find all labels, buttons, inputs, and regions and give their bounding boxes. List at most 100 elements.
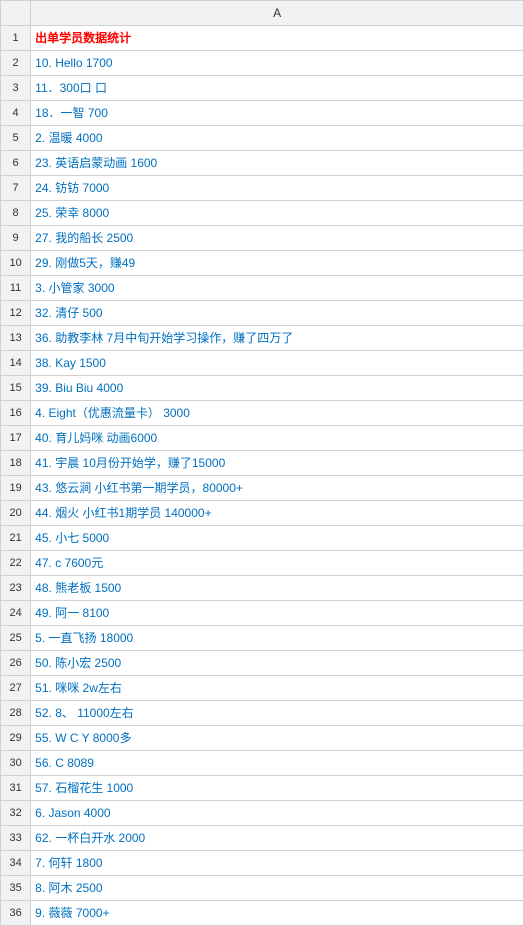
- row-number: 2: [1, 51, 31, 76]
- table-row: 369. 薇薇 7000+: [1, 901, 524, 926]
- table-row: 347. 何轩 1800: [1, 851, 524, 876]
- row-number: 24: [1, 601, 31, 626]
- cell-value: 39. Biu Biu 4000: [31, 376, 524, 401]
- table-row: 1943. 悠云涧 小红书第一期学员，80000+: [1, 476, 524, 501]
- cell-value: 38. Kay 1500: [31, 351, 524, 376]
- row-number: 21: [1, 526, 31, 551]
- table-row: 311．300口 口: [1, 76, 524, 101]
- table-row: 2751. 咪咪 2w左右: [1, 676, 524, 701]
- table-row: 418．一智 700: [1, 101, 524, 126]
- cell-value: 51. 咪咪 2w左右: [31, 676, 524, 701]
- row-number: 36: [1, 901, 31, 926]
- table-row: 1740. 育儿妈咪 动画6000: [1, 426, 524, 451]
- row-number: 4: [1, 101, 31, 126]
- row-number: 13: [1, 326, 31, 351]
- row-number: 17: [1, 426, 31, 451]
- row-number: 26: [1, 651, 31, 676]
- table-row: 2852. 8、 11000左右: [1, 701, 524, 726]
- table-row: 3056. C 8089: [1, 751, 524, 776]
- table-row: 724. 钫钫 7000: [1, 176, 524, 201]
- cell-value: 10. Hello 1700: [31, 51, 524, 76]
- cell-value: 50. 陈小宏 2500: [31, 651, 524, 676]
- cell-value: 48. 熊老板 1500: [31, 576, 524, 601]
- table-row: 1232. 清仔 500: [1, 301, 524, 326]
- row-number: 6: [1, 151, 31, 176]
- row-number: 7: [1, 176, 31, 201]
- table-row: 326. Jason 4000: [1, 801, 524, 826]
- cell-value: 18．一智 700: [31, 101, 524, 126]
- row-number: 14: [1, 351, 31, 376]
- table-row: 52. 温暖 4000: [1, 126, 524, 151]
- row-number: 18: [1, 451, 31, 476]
- table-row: 113. 小管家 3000: [1, 276, 524, 301]
- row-number: 35: [1, 876, 31, 901]
- corner-header: [1, 1, 31, 26]
- row-number: 23: [1, 576, 31, 601]
- row-number: 31: [1, 776, 31, 801]
- cell-value: 11．300口 口: [31, 76, 524, 101]
- row-number: 29: [1, 726, 31, 751]
- table-row: 2145. 小七 5000: [1, 526, 524, 551]
- row-number: 19: [1, 476, 31, 501]
- table-row: 1029. 刚做5天，赚49: [1, 251, 524, 276]
- cell-value: 24. 钫钫 7000: [31, 176, 524, 201]
- row-number: 16: [1, 401, 31, 426]
- row-number: 27: [1, 676, 31, 701]
- row-number: 30: [1, 751, 31, 776]
- table-row: 927. 我的船长 2500: [1, 226, 524, 251]
- table-row: 2348. 熊老板 1500: [1, 576, 524, 601]
- row-number: 9: [1, 226, 31, 251]
- cell-value: 5. 一直飞扬 18000: [31, 626, 524, 651]
- cell-value: 9. 薇薇 7000+: [31, 901, 524, 926]
- table-row: 210. Hello 1700: [1, 51, 524, 76]
- table-row: 3157. 石榴花生 1000: [1, 776, 524, 801]
- row-number: 28: [1, 701, 31, 726]
- cell-value: 29. 刚做5天，赚49: [31, 251, 524, 276]
- cell-value: 23. 英语启蒙动画 1600: [31, 151, 524, 176]
- table-row: 1出单学员数据统计: [1, 26, 524, 51]
- row-number: 1: [1, 26, 31, 51]
- col-a-header: A: [31, 1, 524, 26]
- row-number: 3: [1, 76, 31, 101]
- row-number: 22: [1, 551, 31, 576]
- row-number: 11: [1, 276, 31, 301]
- row-number: 34: [1, 851, 31, 876]
- cell-value: 44. 烟火 小红书1期学员 140000+: [31, 501, 524, 526]
- cell-value: 25. 荣幸 8000: [31, 201, 524, 226]
- cell-value: 4. Eight（优惠流量卡） 3000: [31, 401, 524, 426]
- table-row: 255. 一直飞扬 18000: [1, 626, 524, 651]
- table-row: 1336. 助教李林 7月中旬开始学习操作，赚了四万了: [1, 326, 524, 351]
- cell-value: 55. W C Y 8000多: [31, 726, 524, 751]
- row-number: 33: [1, 826, 31, 851]
- cell-value: 3. 小管家 3000: [31, 276, 524, 301]
- cell-value: 32. 清仔 500: [31, 301, 524, 326]
- spreadsheet: A 1出单学员数据统计210. Hello 1700311．300口 口418．…: [0, 0, 524, 926]
- cell-value: 45. 小七 5000: [31, 526, 524, 551]
- cell-value: 2. 温暖 4000: [31, 126, 524, 151]
- cell-value: 57. 石榴花生 1000: [31, 776, 524, 801]
- cell-value: 49. 阿一 8100: [31, 601, 524, 626]
- table-row: 1841. 宇晨 10月份开始学，赚了15000: [1, 451, 524, 476]
- cell-value: 52. 8、 11000左右: [31, 701, 524, 726]
- table-row: 2044. 烟火 小红书1期学员 140000+: [1, 501, 524, 526]
- cell-value: 6. Jason 4000: [31, 801, 524, 826]
- table-row: 1539. Biu Biu 4000: [1, 376, 524, 401]
- row-number: 8: [1, 201, 31, 226]
- row-number: 25: [1, 626, 31, 651]
- table-row: 1438. Kay 1500: [1, 351, 524, 376]
- cell-value: 出单学员数据统计: [31, 26, 524, 51]
- table-row: 358. 阿木 2500: [1, 876, 524, 901]
- table-row: 2650. 陈小宏 2500: [1, 651, 524, 676]
- table-row: 2449. 阿一 8100: [1, 601, 524, 626]
- table-row: 623. 英语启蒙动画 1600: [1, 151, 524, 176]
- row-number: 20: [1, 501, 31, 526]
- table-row: 2955. W C Y 8000多: [1, 726, 524, 751]
- cell-value: 43. 悠云涧 小红书第一期学员，80000+: [31, 476, 524, 501]
- row-number: 5: [1, 126, 31, 151]
- cell-value: 27. 我的船长 2500: [31, 226, 524, 251]
- table-row: 3362. 一杯白开水 2000: [1, 826, 524, 851]
- row-number: 15: [1, 376, 31, 401]
- row-number: 10: [1, 251, 31, 276]
- table-row: 164. Eight（优惠流量卡） 3000: [1, 401, 524, 426]
- cell-value: 56. C 8089: [31, 751, 524, 776]
